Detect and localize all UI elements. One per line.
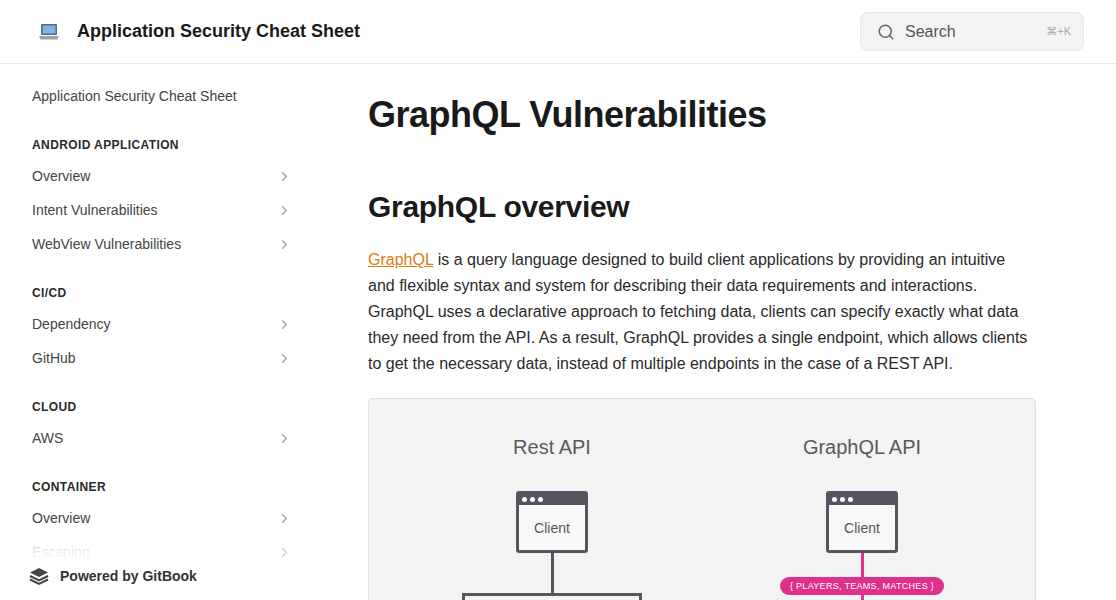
api-diagram: Rest API Client GraphQL API Client { PLAYERS… [368,398,1036,600]
paragraph: GraphQL is a query language designed to … [368,247,1036,377]
chevron-icon [277,237,292,252]
header: Application Security Cheat Sheet Search ⌘+… [0,0,1116,64]
chevron-icon [277,431,292,446]
section-label: CLOUD [32,399,292,415]
sidebar-section: CLOUD AWS [32,399,292,455]
powered-by[interactable]: Powered by GitBook [24,560,207,592]
diagram-column: GraphQL API Client { PLAYERS, TEAMS, MATCH… [707,434,1017,600]
diagram-column: Rest API Client [397,434,707,600]
query-tag: { PLAYERS, TEAMS, MATCHES } [780,577,944,595]
sidebar-section: CONTAINEROverviewEscaping [32,479,292,569]
client-window: Client [516,491,588,553]
graphql-link[interactable]: GraphQL [368,251,433,268]
window-bar [519,494,585,505]
window-dot [530,497,535,502]
chevron-icon [277,169,292,184]
sidebar-item[interactable]: GitHub [32,341,292,375]
sidebar-item[interactable]: Dependency [32,307,292,341]
section-title: GraphQL overview [368,188,1036,226]
sidebar-item[interactable]: Application Security Cheat Sheet [32,79,292,113]
client-label: Client [829,505,895,550]
window-dot [840,497,845,502]
window-dot [832,497,837,502]
sidebar-item[interactable]: AWS [32,421,292,455]
chevron-icon [277,317,292,332]
sidebar: Application Security Cheat Sheet ANDROID … [0,64,310,600]
sidebar-item[interactable]: Overview [32,159,292,193]
window-dot [538,497,543,502]
chevron-icon [277,203,292,218]
search-shortcut: ⌘+K [1046,25,1071,38]
body: Application Security Cheat Sheet ANDROID … [0,64,1116,600]
search-placeholder: Search [905,23,956,41]
client-label: Client [519,505,585,550]
client-window: Client [826,491,898,553]
sidebar-item[interactable]: Intent Vulnerabilities [32,193,292,227]
laptop-icon [38,23,60,41]
window-dot [522,497,527,502]
window-bar [829,494,895,505]
search-box[interactable]: Search ⌘+K [860,12,1084,51]
chevron-icon [277,545,292,560]
search-icon [877,23,895,41]
connector-line [861,553,864,577]
page: Application Security Cheat Sheet Search ⌘+… [0,0,1116,600]
section-label: CI/CD [32,285,292,301]
branch-line [462,593,642,600]
diagram-title: Rest API [513,434,591,460]
sidebar-item[interactable]: Overview [32,501,292,535]
connector-line [861,595,864,600]
sidebar-item[interactable]: WebView Vulnerabilities [32,227,292,261]
page-title: GraphQL Vulnerabilities [368,93,1036,137]
gitbook-icon [28,566,50,586]
chevron-icon [277,351,292,366]
chevron-icon [277,511,292,526]
window-dot [848,497,853,502]
sidebar-section: ANDROID APPLICATION OverviewIntent Vulner… [32,137,292,261]
section-label: CONTAINER [32,479,292,495]
diagram-title: GraphQL API [803,434,921,460]
main: GraphQL Vulnerabilities GraphQL overview G… [310,64,1116,600]
brand[interactable]: Application Security Cheat Sheet [38,21,360,42]
section-label: ANDROID APPLICATION [32,137,292,153]
site-title[interactable]: Application Security Cheat Sheet [77,21,360,42]
sidebar-section: CI/CD DependencyGitHub [32,285,292,375]
connector-line [551,553,554,593]
article: GraphQL Vulnerabilities GraphQL overview G… [368,93,1036,600]
